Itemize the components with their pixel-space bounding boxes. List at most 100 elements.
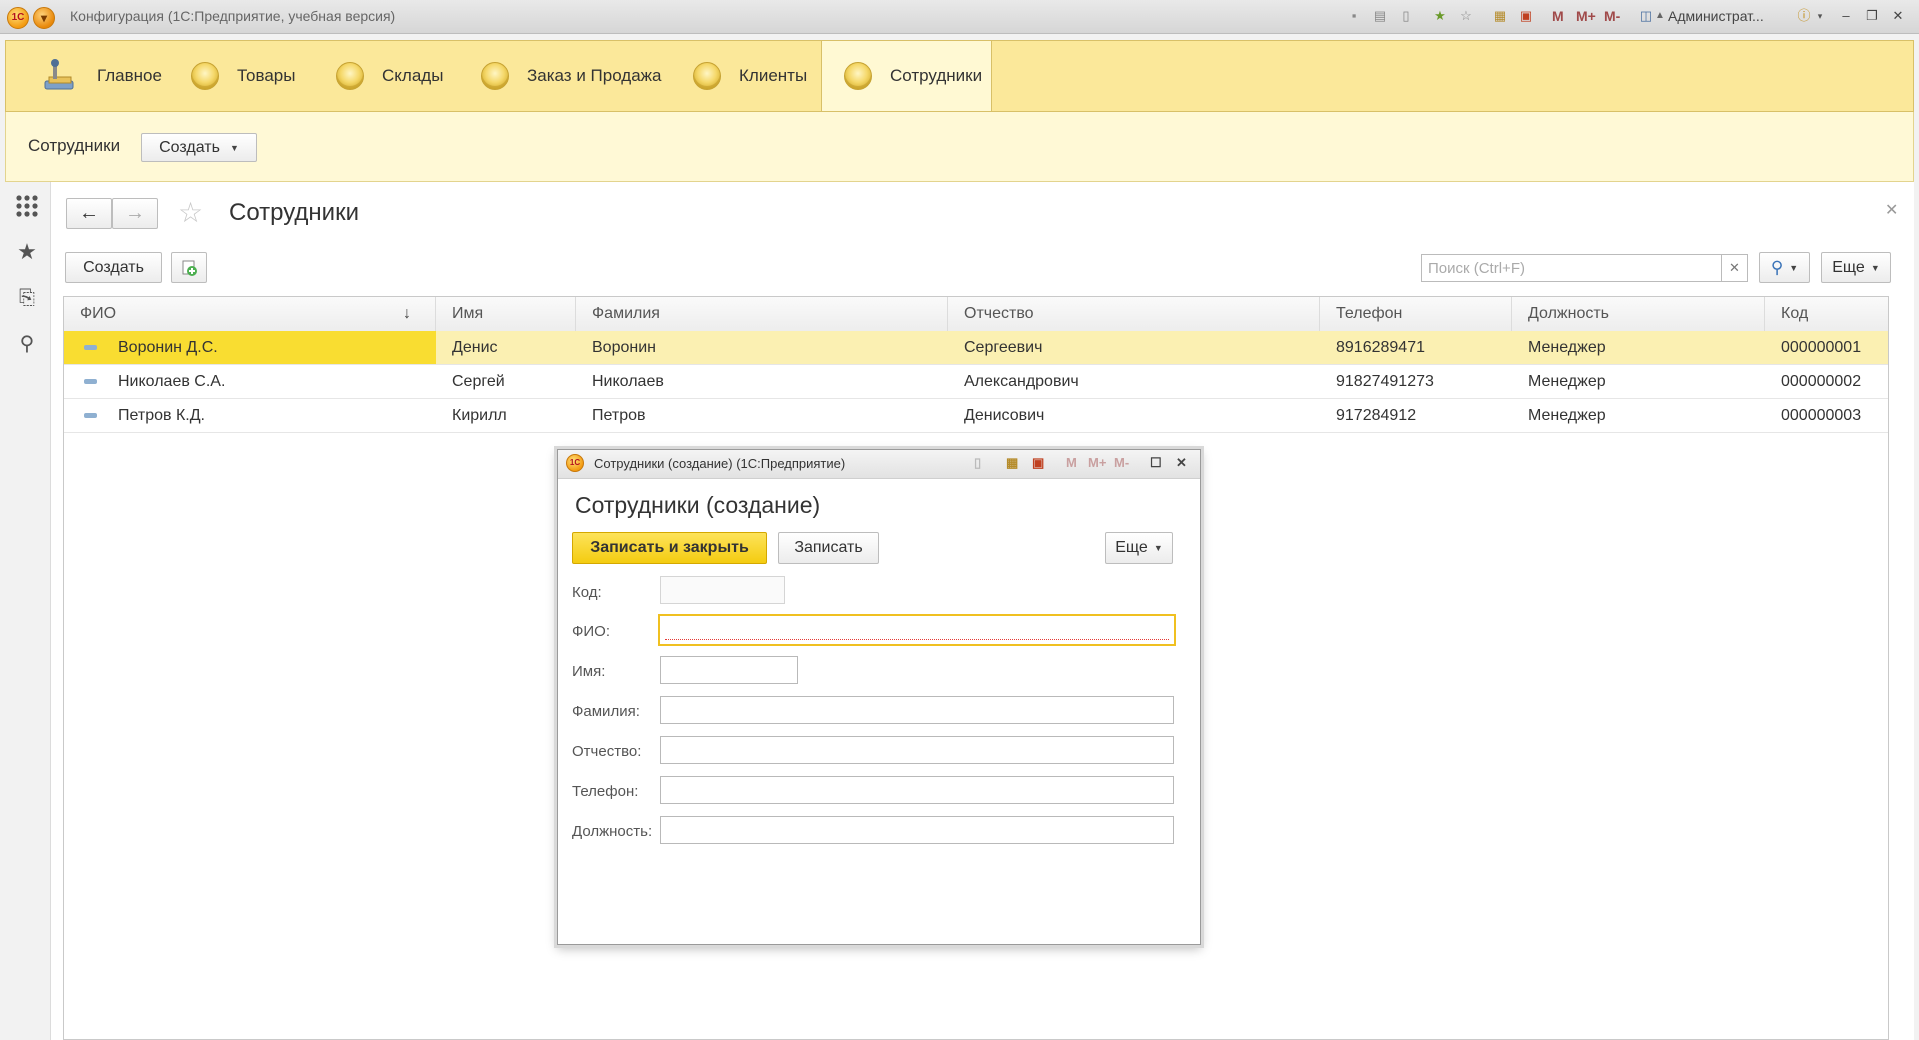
cell-text: Николаев С.А. [118, 373, 226, 390]
column-header-surname[interactable]: Фамилия [576, 297, 948, 331]
document-icon[interactable]: ▯ [974, 455, 981, 471]
section-icon [336, 62, 364, 90]
minimize-icon[interactable]: – [1838, 8, 1854, 24]
section-label: Заказ и Продажа [527, 66, 662, 85]
column-header-fio[interactable]: ФИО ↓ [64, 297, 436, 331]
section-label: Товары [237, 66, 296, 85]
restore-icon[interactable]: ❐ [1864, 8, 1880, 24]
add-favorite-icon[interactable]: ★ [1432, 8, 1448, 24]
function-panel-employees-link[interactable]: Сотрудники [28, 136, 120, 156]
section-warehouses[interactable]: Склады [336, 41, 443, 111]
history-icon[interactable]: ⎘ [15, 286, 39, 310]
column-title: Отчество [964, 305, 1034, 322]
app-logo-icon[interactable]: 1С [7, 7, 29, 29]
document-icon[interactable]: ▯ [1398, 8, 1414, 24]
cell-patronymic: Денисович [964, 407, 1045, 424]
more-label: Еще [1832, 258, 1865, 276]
patronymic-field[interactable] [660, 736, 1174, 764]
cell-code: 000000002 [1781, 373, 1862, 390]
section-label: Главное [97, 66, 162, 85]
all-functions-icon[interactable] [15, 194, 39, 218]
more-button[interactable]: Еще ▼ [1821, 252, 1891, 283]
current-user[interactable]: Администрат... [1668, 8, 1764, 24]
info-dropdown-icon[interactable]: ▾ [1812, 8, 1828, 24]
section-goods[interactable]: Товары [191, 41, 295, 111]
catalog-item-icon [84, 379, 97, 385]
desktop-home-icon [41, 57, 79, 95]
column-header-code[interactable]: Код [1765, 297, 1888, 331]
calendar-icon[interactable]: ▣ [1032, 455, 1044, 471]
phone-field[interactable] [660, 776, 1174, 804]
section-label: Склады [382, 66, 444, 85]
memory-m-minus-button[interactable]: M- [1604, 8, 1620, 24]
fio-field[interactable] [658, 614, 1176, 646]
section-label: Клиенты [739, 66, 808, 85]
section-orders-sales[interactable]: Заказ и Продажа [481, 41, 662, 111]
code-field[interactable] [660, 576, 785, 604]
position-field[interactable] [660, 816, 1174, 844]
calculator-icon[interactable]: ▦ [1492, 8, 1508, 24]
memory-m-button[interactable]: M [1066, 455, 1077, 470]
chevron-down-icon: ▼ [229, 142, 239, 153]
section-label: Сотрудники [890, 66, 983, 85]
window-title: Конфигурация (1С:Предприятие, учебная ве… [70, 8, 396, 24]
memory-m-minus-button[interactable]: M- [1114, 455, 1129, 470]
back-button[interactable]: ← [66, 198, 112, 229]
table-row[interactable]: Петров К.Д. Кирилл Петров Денисович 9172… [64, 399, 1888, 433]
name-field[interactable] [660, 656, 798, 684]
section-main[interactable]: Главное [41, 41, 162, 111]
favorites-icon[interactable]: ☆ [1458, 8, 1474, 24]
section-employees[interactable]: Сотрудники [821, 41, 992, 111]
cell-fio: Петров К.Д. [64, 399, 436, 432]
memory-m-plus-button[interactable]: M+ [1088, 455, 1106, 470]
copy-icon [182, 260, 197, 276]
close-window-icon[interactable]: ✕ [1890, 8, 1906, 24]
column-header-patronymic[interactable]: Отчество [948, 297, 1320, 331]
save-icon[interactable]: ▪ [1346, 8, 1362, 24]
app-title-bar: 1С ▾ Конфигурация (1С:Предприятие, учебн… [0, 0, 1919, 34]
close-form-icon[interactable]: ✕ [1885, 200, 1898, 220]
search-icon[interactable]: ⚲ [15, 332, 39, 356]
copy-create-button[interactable] [171, 252, 207, 283]
surname-field[interactable] [660, 696, 1174, 724]
main-menu-icon[interactable]: ▾ [33, 7, 55, 29]
column-header-position[interactable]: Должность [1512, 297, 1765, 331]
search-options-button[interactable]: ⚲ ▼ [1759, 252, 1810, 283]
save-and-close-button[interactable]: Записать и закрыть [572, 532, 767, 564]
memory-m-plus-button[interactable]: M+ [1576, 8, 1596, 24]
column-title: ФИО [80, 305, 117, 322]
add-to-favorites-star-icon[interactable]: ☆ [178, 196, 203, 229]
calendar-icon[interactable]: ▣ [1518, 8, 1534, 24]
table-row[interactable]: Николаев С.А. Сергей Николаев Александро… [64, 365, 1888, 399]
catalog-item-icon [84, 345, 97, 351]
arrow-left-icon: ← [79, 202, 99, 224]
column-header-name[interactable]: Имя [436, 297, 576, 331]
cell-name: Денис [452, 339, 498, 356]
table-row[interactable]: Воронин Д.С. Денис Воронин Сергеевич 891… [64, 331, 1888, 365]
print-icon[interactable]: ▤ [1372, 8, 1388, 24]
maximize-icon[interactable]: ☐ [1150, 455, 1162, 471]
close-dialog-icon[interactable]: ✕ [1176, 455, 1187, 471]
function-panel-create-button[interactable]: Создать ▼ [141, 133, 257, 162]
calculator-icon[interactable]: ▦ [1006, 455, 1018, 471]
user-icon: ▲ [1655, 10, 1665, 21]
table-header: ФИО ↓ Имя Фамилия Отчество Телефон Должн… [64, 297, 1888, 332]
save-button[interactable]: Записать [778, 532, 879, 564]
create-button[interactable]: Создать [65, 252, 162, 283]
clear-search-icon[interactable]: ✕ [1722, 254, 1748, 282]
info-icon[interactable]: ⓘ [1796, 8, 1812, 24]
dialog-more-button[interactable]: Еще ▼ [1105, 532, 1173, 564]
section-clients[interactable]: Клиенты [693, 41, 807, 111]
arrow-right-icon: → [125, 202, 145, 224]
cell-fio: Николаев С.А. [64, 365, 436, 398]
search-input[interactable]: Поиск (Ctrl+F) [1421, 254, 1722, 282]
column-header-phone[interactable]: Телефон [1320, 297, 1512, 331]
code-label: Код: [572, 584, 602, 601]
column-title: Фамилия [592, 305, 660, 322]
favorites-star-icon[interactable]: ★ [15, 240, 39, 264]
forward-button[interactable]: → [112, 198, 158, 229]
cell-surname: Петров [592, 407, 646, 424]
surname-label: Фамилия: [572, 703, 640, 720]
catalog-item-icon [84, 413, 97, 419]
memory-m-button[interactable]: M [1552, 8, 1564, 24]
